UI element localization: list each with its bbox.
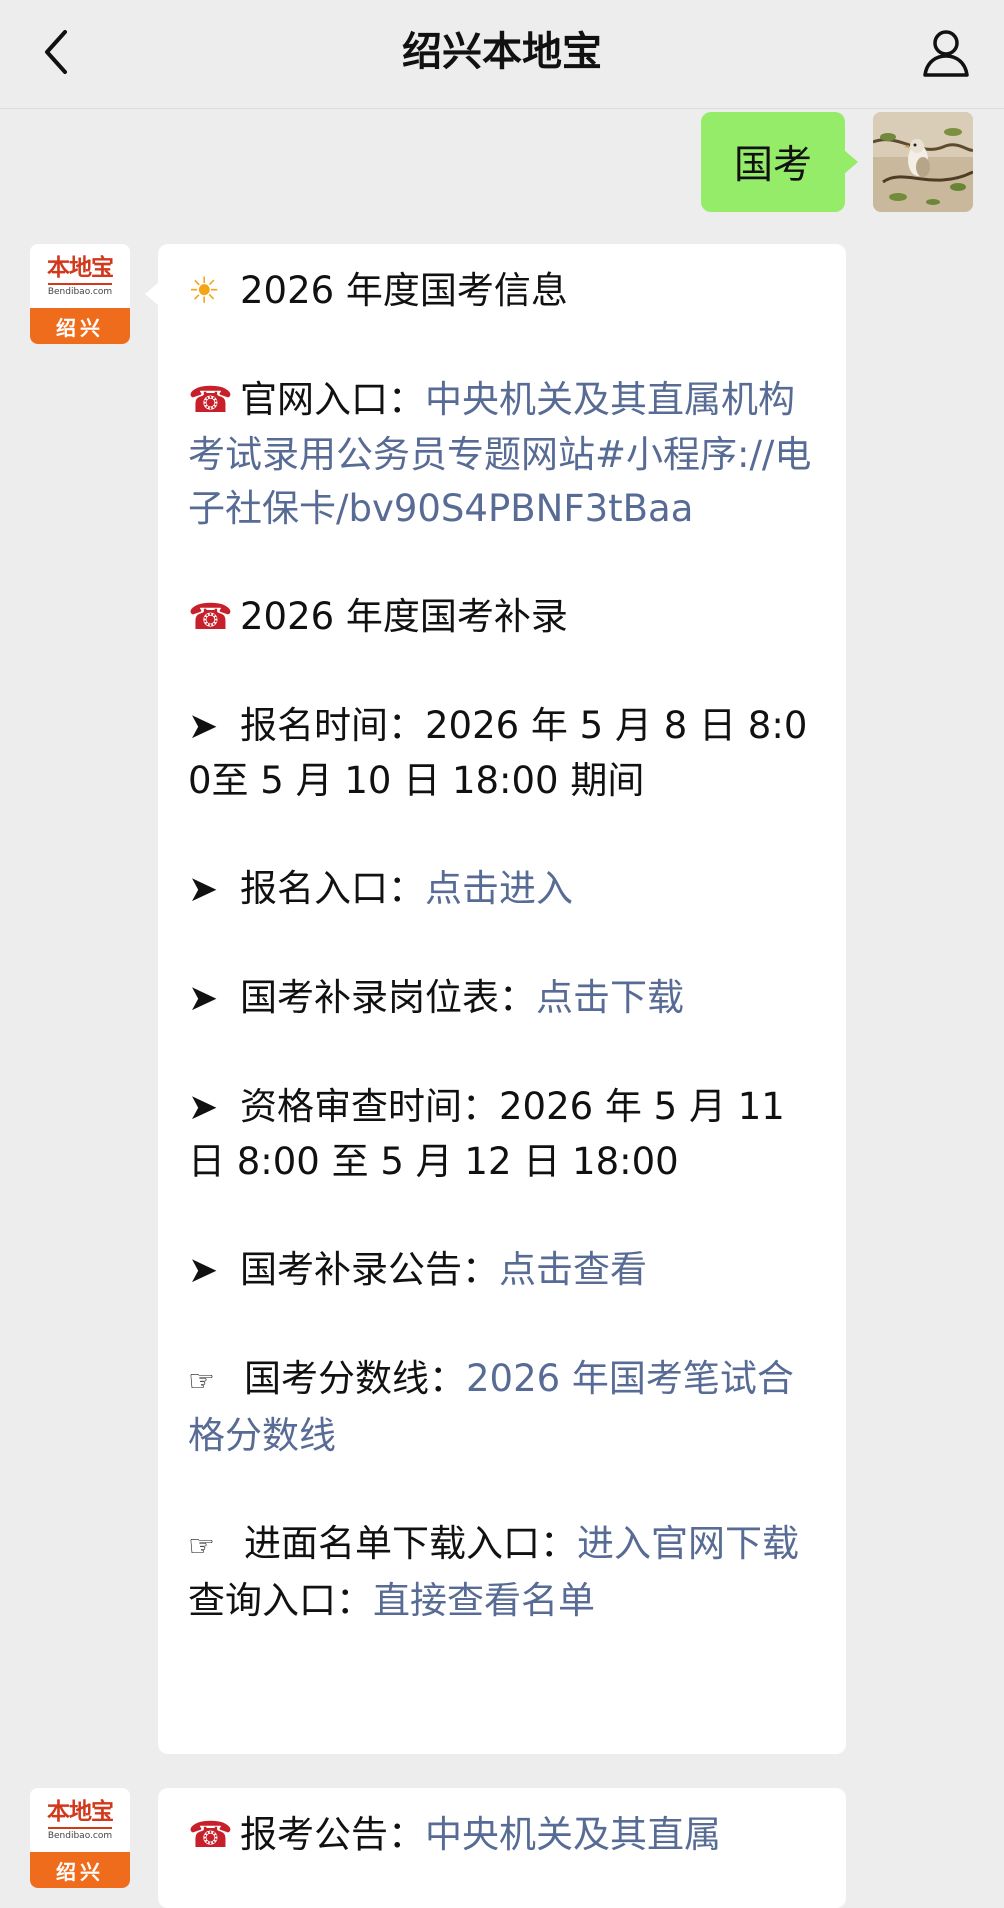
signup-time-row: ➤ 报名时间：2026 年 5 月 8 日 8:00至 5 月 10 日 18:0… bbox=[188, 699, 816, 808]
notice-link[interactable]: 点击查看 bbox=[499, 1248, 647, 1291]
positions-label: 国考补录岗位表： bbox=[240, 976, 536, 1019]
positions-download-link[interactable]: 点击下载 bbox=[536, 976, 684, 1019]
logo-url-text: Bendibao.com bbox=[47, 1826, 113, 1842]
positions-row: ➤ 国考补录岗位表：点击下载 bbox=[188, 971, 816, 1026]
official-site-row: ☎ 官网入口：中央机关及其直属机构考试录用公务员专题网站#小程序://电子社保卡/… bbox=[188, 373, 816, 536]
arrow-right-icon: ➤ bbox=[188, 869, 219, 910]
query-link[interactable]: 直接查看名单 bbox=[373, 1579, 595, 1622]
person-icon bbox=[923, 30, 969, 77]
signup-time-label: 报名时间： bbox=[240, 704, 425, 747]
top-bar: 绍兴本地宝 bbox=[0, 0, 1004, 109]
supplement-heading-text: 2026 年度国考补录 bbox=[240, 595, 568, 638]
profile-button[interactable] bbox=[916, 22, 976, 82]
arrow-right-icon: ➤ bbox=[188, 1087, 219, 1128]
bot-avatar[interactable]: 本地宝 Bendibao.com 绍兴 bbox=[30, 1788, 130, 1888]
sun-icon: ☀ bbox=[188, 271, 221, 312]
chevron-left-icon bbox=[45, 30, 67, 74]
notice-label: 国考补录公告： bbox=[240, 1248, 499, 1291]
bot-message-bubble: ☎ 报考公告：中央机关及其直属 bbox=[158, 1788, 846, 1908]
review-time-row: ➤ 资格审查时间：2026 年 5 月 11 日 8:00 至 5 月 12 日 … bbox=[188, 1080, 816, 1189]
arrow-right-icon: ➤ bbox=[188, 706, 219, 747]
logo-city-band: 绍兴 bbox=[30, 1852, 130, 1888]
bendibao-logo: 本地宝 Bendibao.com bbox=[30, 244, 130, 308]
interview-list-link[interactable]: 进入官网下载 bbox=[577, 1522, 799, 1565]
user-message-bubble[interactable]: 国考 bbox=[701, 112, 858, 212]
info-heading-text: 2026 年度国考信息 bbox=[240, 269, 568, 312]
signup-entry-label: 报名入口： bbox=[240, 867, 425, 910]
telephone-icon: ☎ bbox=[188, 597, 233, 638]
info-heading: ☀ 2026 年度国考信息 bbox=[188, 264, 816, 319]
bendibao-logo: 本地宝 Bendibao.com bbox=[30, 1788, 130, 1852]
signup-entry-row: ➤ 报名入口：点击进入 bbox=[188, 862, 816, 917]
page-title: 绍兴本地宝 bbox=[402, 29, 602, 75]
exam-notice-link[interactable]: 中央机关及其直属 bbox=[425, 1813, 721, 1856]
pointing-hand-icon: ☞ bbox=[188, 1364, 215, 1399]
notice-row: ➤ 国考补录公告：点击查看 bbox=[188, 1243, 816, 1298]
logo-url-text: Bendibao.com bbox=[47, 282, 113, 298]
telephone-icon: ☎ bbox=[188, 380, 233, 421]
official-site-label: 官网入口： bbox=[240, 378, 425, 421]
interview-list-label: 进面名单下载入口： bbox=[244, 1522, 577, 1565]
query-row: 查询入口：直接查看名单 bbox=[188, 1574, 816, 1628]
exam-notice-label: 报考公告： bbox=[240, 1813, 425, 1856]
logo-brand-text: 本地宝 bbox=[47, 1797, 114, 1825]
bot-avatar[interactable]: 本地宝 Bendibao.com 绍兴 bbox=[30, 244, 130, 344]
logo-city-band: 绍兴 bbox=[30, 308, 130, 344]
arrow-right-icon: ➤ bbox=[188, 1250, 219, 1291]
supplement-heading: ☎ 2026 年度国考补录 bbox=[188, 590, 816, 645]
score-line-label: 国考分数线： bbox=[244, 1357, 466, 1400]
back-button[interactable] bbox=[34, 24, 78, 80]
user-message-text: 国考 bbox=[733, 143, 812, 188]
score-line-row: ☞ 国考分数线：2026 年国考笔试合格分数线 bbox=[188, 1352, 816, 1463]
arrow-right-icon: ➤ bbox=[188, 978, 219, 1019]
interview-list-row: ☞ 进面名单下载入口：进入官网下载 bbox=[188, 1517, 816, 1574]
review-time-label: 资格审查时间： bbox=[240, 1085, 499, 1128]
signup-entry-link[interactable]: 点击进入 bbox=[425, 867, 573, 910]
bot-message-bubble: ☀ 2026 年度国考信息 ☎ 官网入口：中央机关及其直属机构考试录用公务员专题网站… bbox=[145, 244, 846, 1754]
user-avatar[interactable] bbox=[873, 112, 973, 212]
query-label: 查询入口： bbox=[188, 1579, 373, 1622]
telephone-icon: ☎ bbox=[188, 1815, 233, 1856]
exam-notice-row: ☎ 报考公告：中央机关及其直属 bbox=[188, 1808, 816, 1863]
user-avatar-image bbox=[873, 112, 973, 212]
pointing-hand-icon: ☞ bbox=[188, 1529, 215, 1564]
logo-brand-text: 本地宝 bbox=[47, 253, 114, 281]
